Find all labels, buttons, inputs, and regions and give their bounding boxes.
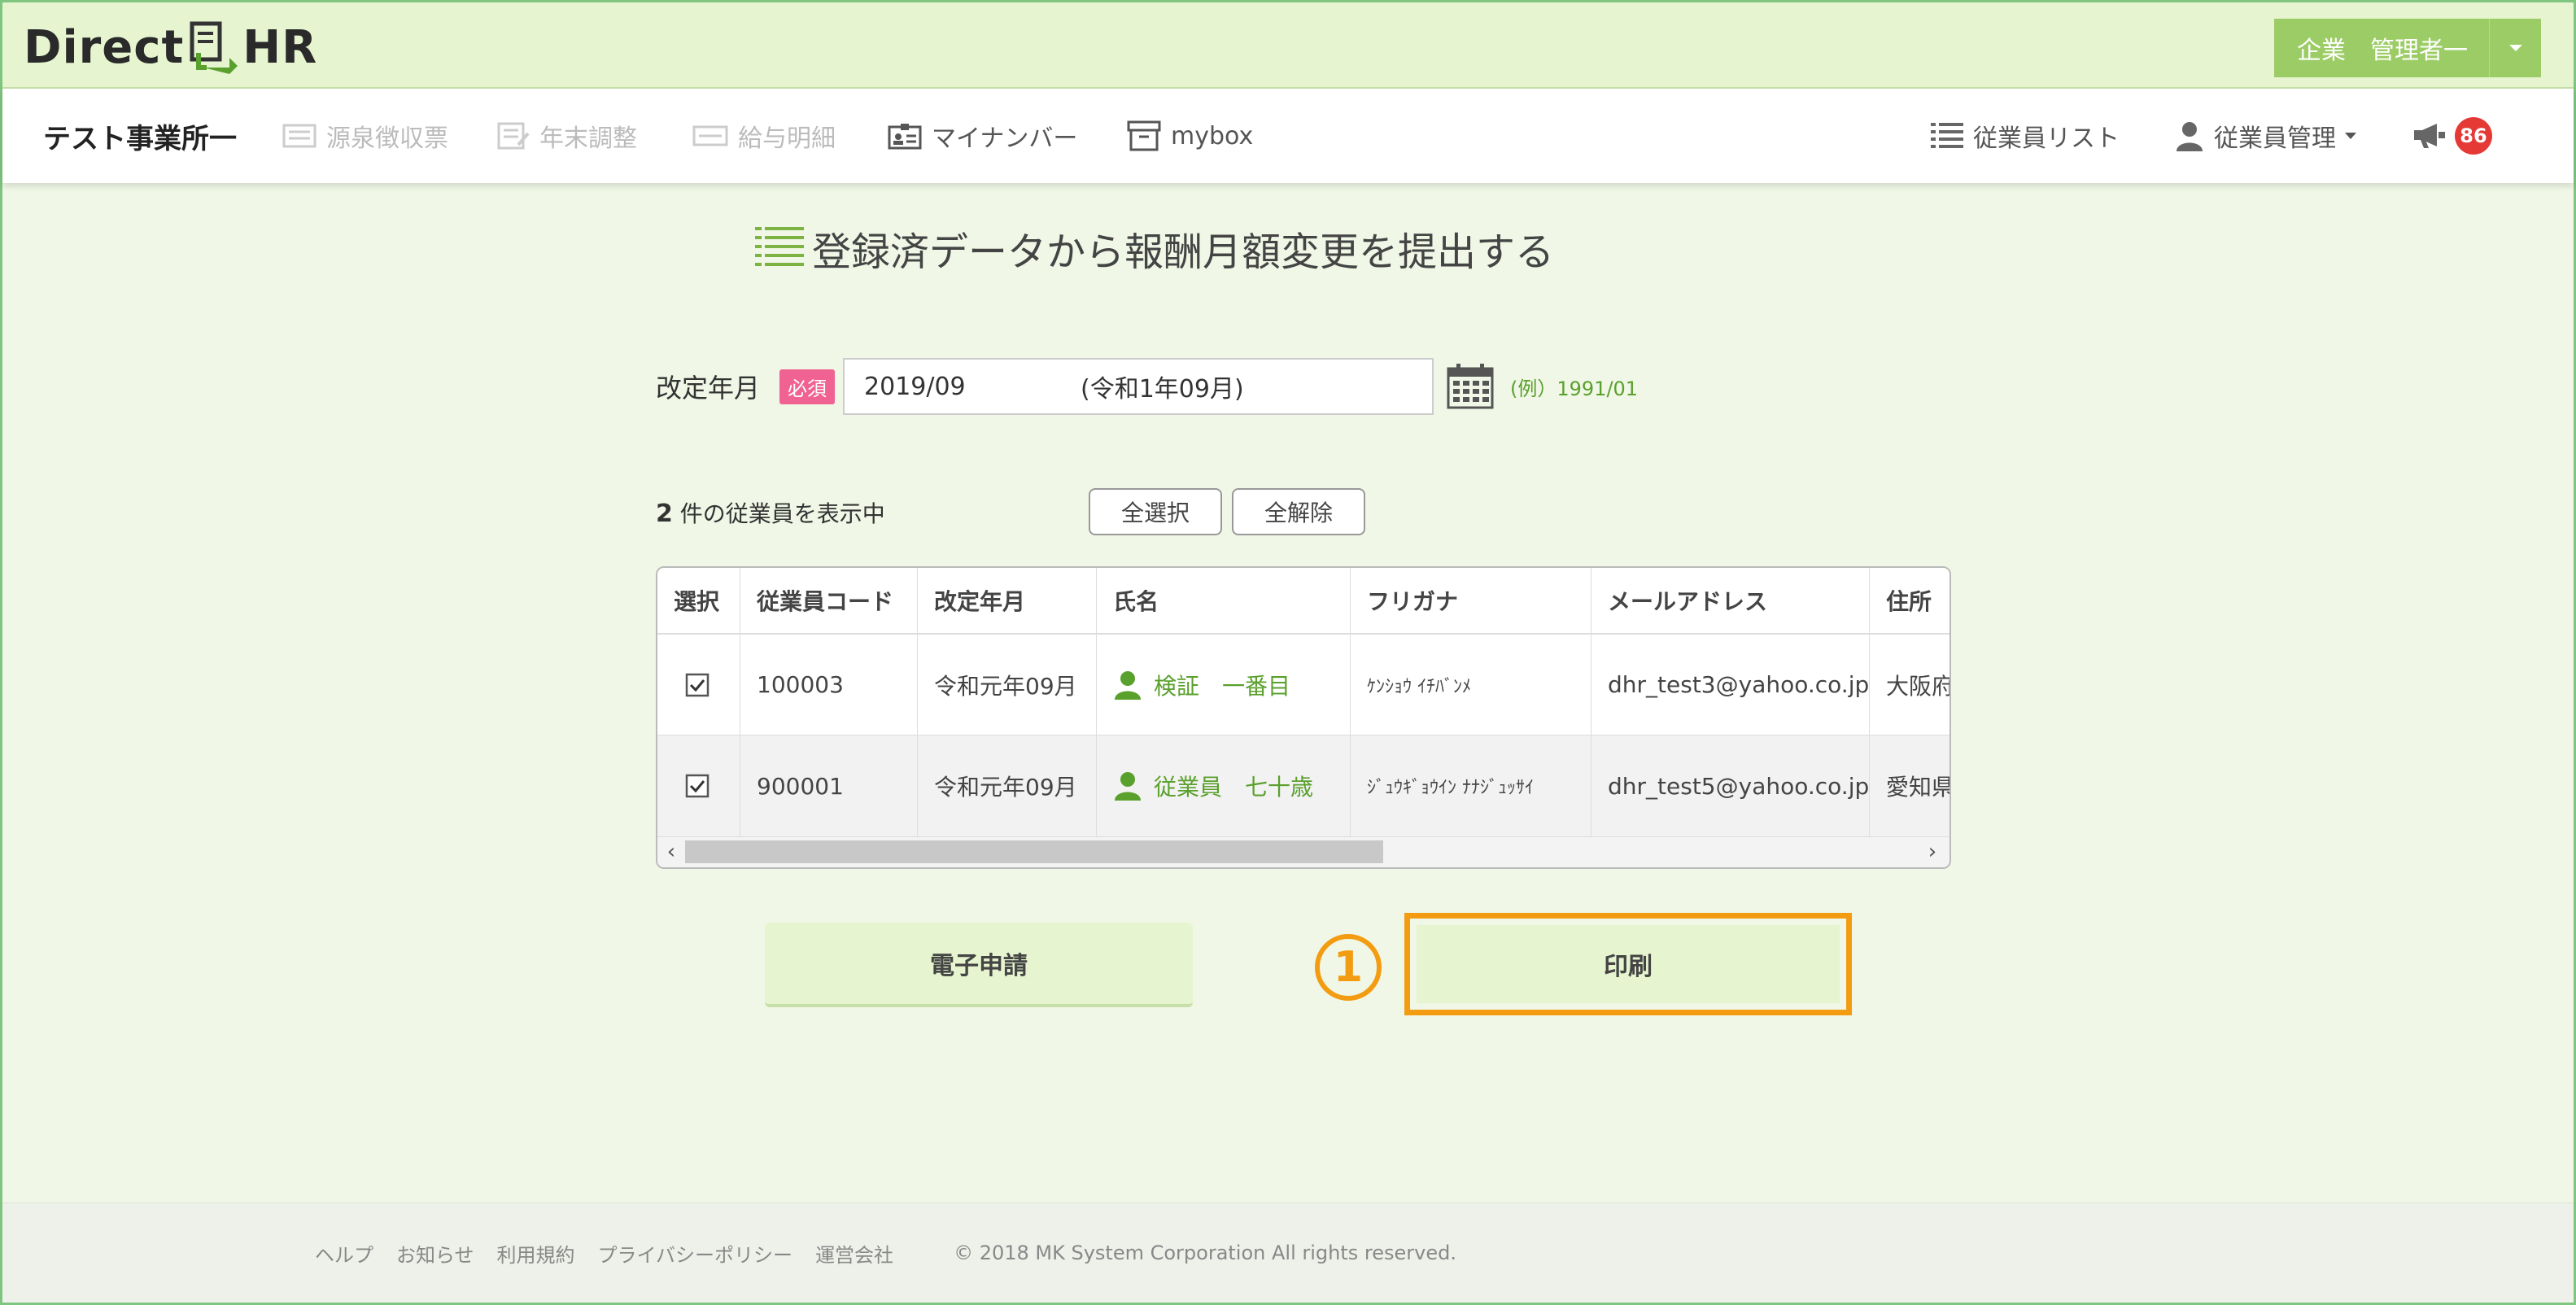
logo-icon [190,21,238,74]
revision-month: 令和元年09月 [918,735,1097,836]
employee-count-text: 件の従業員を表示中 [679,500,885,527]
table-row: 900001 令和元年09月 従業員 七十歳 ｼﾞｭｳｷﾞｮｳｲﾝ ﾅﾅｼﾞｭｯ… [657,735,1949,836]
megaphone-icon [2411,122,2447,150]
nav-item-employee-list[interactable]: 従業員リスト [1931,89,2120,183]
employee-email: dhr_test5@yahoo.co.jp [1591,735,1870,836]
horizontal-scrollbar[interactable]: ‹ › [657,836,1949,867]
logo-text-right: HR [242,20,318,74]
table-header-row: 選択 従業員コード 改定年月 氏名 フリガナ メールアドレス 住所 [657,568,1949,635]
page-title: 登録済データから報酬月額変更を提出する [755,220,1554,277]
nav-label: 給与明細 [738,124,836,153]
revision-date-label: 改定年月 [656,373,761,404]
scroll-thumb[interactable] [685,840,1383,863]
employee-count-number: 2 [656,500,673,528]
chevron-down-icon [2344,132,2357,140]
person-icon [2175,120,2204,151]
nav-bar: テスト事業所一 源泉徴収票 年末調整 給与明細 マイナンバー mybox 従業員… [2,89,2574,183]
logo-text-left: Direct [24,20,185,74]
page-title-text: 登録済データから報酬月額変更を提出する [812,229,1555,275]
scroll-left-icon[interactable]: ‹ [659,839,683,865]
employee-name-link[interactable]: 検証 一番目 [1097,635,1351,735]
row-checkbox[interactable] [657,635,740,735]
employee-kana: ｹﾝｼｮｳ ｲﾁﾊﾞﾝﾒ [1351,635,1591,735]
column-header-revision[interactable]: 改定年月 [918,568,1097,633]
deselect-all-button[interactable]: 全解除 [1232,488,1365,535]
step-marker: 1 [1315,934,1382,1001]
payslip-icon [692,125,728,146]
employee-table: 選択 従業員コード 改定年月 氏名 フリガナ メールアドレス 住所 100003… [656,566,1951,869]
column-header-code[interactable]: 従業員コード [740,568,918,633]
list-icon [755,225,804,271]
nav-label: 従業員管理 [2214,124,2336,153]
column-header-email[interactable]: メールアドレス [1591,568,1870,633]
column-header-select: 選択 [657,568,740,633]
nav-label: 源泉徴収票 [326,124,448,153]
employee-code: 100003 [740,635,918,735]
copyright: © 2018 MK System Corporation All rights … [954,1242,1456,1264]
id-card-icon [888,122,922,150]
chevron-down-icon [2489,19,2541,77]
era-value: (令和1年09月) [1081,375,1244,404]
list-icon [1931,121,1963,151]
footer-link-privacy[interactable]: プライバシーポリシー [598,1239,793,1268]
electronic-application-button[interactable]: 電子申請 [765,923,1193,1007]
employee-name: 検証 一番目 [1154,672,1291,700]
nav-label: 年末調整 [539,124,637,153]
print-button[interactable]: 印刷 [1417,925,1840,1003]
column-header-kana[interactable]: フリガナ [1351,568,1591,633]
top-bar: Direct HR 企業 管理者一 [2,2,2574,89]
footer-link-news[interactable]: お知らせ [396,1239,474,1268]
select-all-button[interactable]: 全選択 [1089,488,1222,535]
footer-link-terms[interactable]: 利用規約 [497,1239,575,1268]
column-header-address[interactable]: 住所 [1870,568,1949,633]
employee-email: dhr_test3@yahoo.co.jp [1591,635,1870,735]
person-icon [1113,670,1142,700]
date-example: (例）1991/01 [1510,377,1639,400]
user-menu-label: 企業 管理者一 [2297,37,2468,65]
office-name[interactable]: テスト事業所一 [43,89,237,183]
revision-date-input[interactable]: 2019/09 (令和1年09月) [843,358,1434,415]
employee-address: 大阪府 [1870,635,1949,735]
footer: ヘルプ お知らせ 利用規約 プライバシーポリシー 運営会社 © 2018 MK … [2,1202,2574,1303]
office-name-label: テスト事業所一 [43,122,237,155]
nav-label: マイナンバー [932,124,1078,153]
checkbox-checked-icon [685,673,709,697]
nav-item-withholding[interactable]: 源泉徴収票 [282,89,448,183]
nav-item-employee-management[interactable]: 従業員管理 [2175,89,2357,183]
nav-item-payslip[interactable]: 給与明細 [692,89,836,183]
nav-item-mynumber[interactable]: マイナンバー [888,89,1077,183]
revision-month: 令和元年09月 [918,635,1097,735]
row-checkbox[interactable] [657,735,740,836]
employee-kana: ｼﾞｭｳｷﾞｮｳｲﾝ ﾅﾅｼﾞｭｯｻｲ [1351,735,1591,836]
table-row: 100003 令和元年09月 検証 一番目 ｹﾝｼｮｳ ｲﾁﾊﾞﾝﾒ dhr_t… [657,635,1949,735]
date-value: 2019/09 [864,372,966,401]
scroll-right-icon[interactable]: › [1920,839,1945,865]
employee-name: 従業員 七十歳 [1154,774,1314,801]
box-icon [1127,120,1161,151]
employee-address: 愛知県 [1870,735,1949,836]
notification-badge: 86 [2455,117,2492,155]
checkbox-checked-icon [685,774,709,798]
revision-date-row: 改定年月 必須 2019/09 (令和1年09月) (例）1991/01 [656,358,1638,415]
logo[interactable]: Direct HR [24,19,317,76]
calendar-icon[interactable] [1447,364,1494,409]
employee-count: 2 件の従業員を表示中 [656,496,885,529]
employee-code: 900001 [740,735,918,836]
document-icon [497,122,530,150]
nav-item-mybox[interactable]: mybox [1127,89,1253,183]
print-highlight: 印刷 [1404,913,1852,1015]
required-badge: 必須 [779,369,836,404]
receipt-icon [282,124,317,148]
employee-name-link[interactable]: 従業員 七十歳 [1097,735,1351,836]
notifications-button[interactable]: 86 [2411,89,2492,183]
column-header-name[interactable]: 氏名 [1097,568,1351,633]
nav-label: 従業員リスト [1973,124,2120,153]
nav-label: mybox [1171,121,1254,151]
footer-link-company[interactable]: 運営会社 [815,1239,893,1268]
nav-item-year-end[interactable]: 年末調整 [497,89,637,183]
person-icon [1113,771,1142,801]
user-menu-button[interactable]: 企業 管理者一 [2274,19,2541,77]
footer-link-help[interactable]: ヘルプ [315,1239,373,1268]
